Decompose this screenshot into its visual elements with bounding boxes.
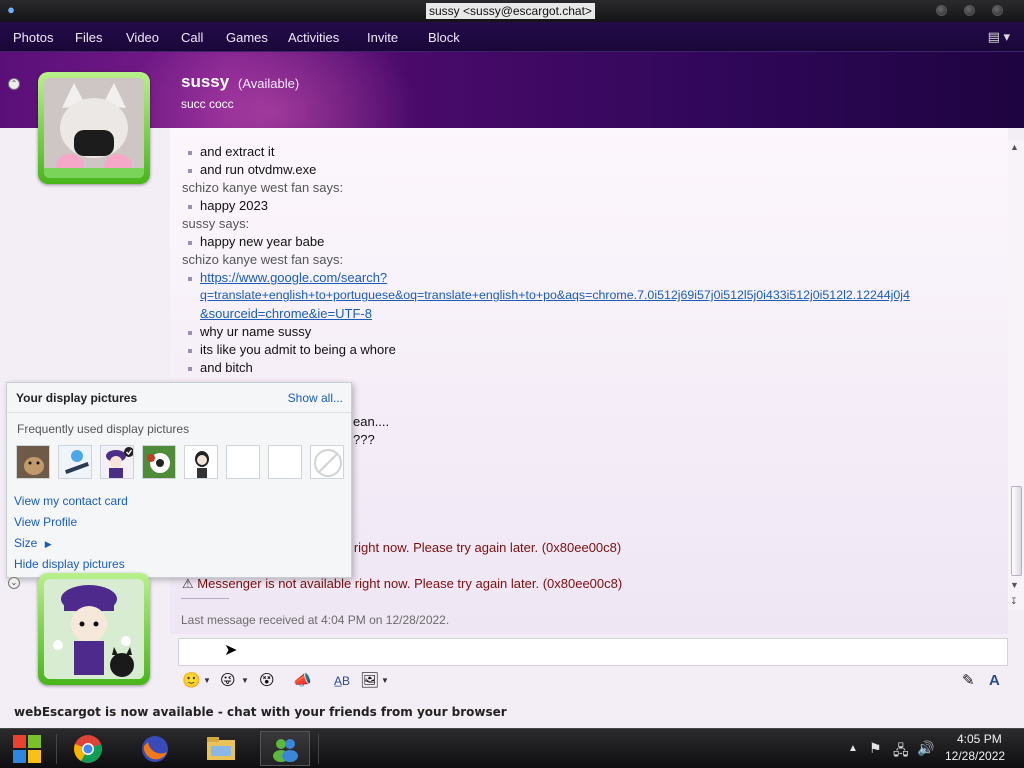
display-pictures-panel: Your display pictures Show all... Freque… [6, 382, 352, 578]
last-message-timestamp: Last message received at 4:04 PM on 12/2… [181, 613, 450, 627]
chat-message-partial: ??? [353, 432, 375, 447]
firefox-icon[interactable] [130, 731, 180, 766]
scroll-down-icon[interactable]: ▼ [1010, 580, 1019, 590]
chat-sender: schizo kanye west fan says: [182, 180, 344, 195]
action-center-flag-icon[interactable]: ⚑ [869, 740, 882, 757]
menu-call[interactable]: Call [181, 30, 203, 45]
display-picture-girl-selected[interactable] [100, 445, 134, 479]
emoticon-dropdown-icon[interactable]: ▼ [203, 676, 211, 685]
chat-link-continued[interactable]: q=translate+english+to+portuguese&oq=tra… [200, 288, 910, 302]
chat-sender: sussy says: [182, 216, 250, 231]
no-picture-icon[interactable] [310, 445, 344, 479]
warning-icon: ⚠ [182, 576, 194, 591]
menu-invite[interactable]: Invite [367, 30, 398, 45]
display-picture-empty-slot[interactable] [226, 445, 260, 479]
menu-games[interactable]: Games [226, 30, 268, 45]
menu-video[interactable]: Video [126, 30, 159, 45]
font-icon[interactable]: A [989, 672, 1000, 690]
expand-my-picture-icon[interactable]: ⌄ [8, 577, 20, 589]
volume-icon[interactable]: 🔊 [917, 740, 934, 757]
title-bar: ● sussy <sussy@escargot.chat> [0, 0, 1024, 22]
file-explorer-icon[interactable] [196, 731, 246, 766]
chat-message-partial: ean.... [353, 414, 390, 429]
my-avatar-image [44, 579, 144, 679]
chat-message: happy new year babe [182, 234, 324, 249]
contact-name: sussy [181, 72, 230, 91]
contact-avatar[interactable] [38, 72, 150, 184]
error-message: ⚠ Messenger is not available right now. … [182, 576, 622, 592]
size-menu[interactable]: Size ▶ [14, 536, 52, 550]
display-picture-soccer[interactable] [142, 445, 176, 479]
contact-personal-message: succ cocc [181, 97, 234, 111]
menu-bar: Photos Files Video Call Games Activities… [0, 22, 1024, 52]
handwriting-icon[interactable]: ✎ [962, 672, 975, 690]
view-profile-link[interactable]: View Profile [14, 515, 77, 529]
wink-dropdown-icon[interactable]: ▼ [241, 676, 249, 685]
contact-header-banner [0, 52, 1024, 128]
wink-icon[interactable]: 😜 [220, 672, 236, 690]
font-style-icon[interactable]: A̲B [334, 672, 350, 690]
chat-message: its like you admit to being a whore [182, 342, 396, 357]
display-picture-guitar[interactable] [58, 445, 92, 479]
display-pictures-title: Your display pictures [16, 391, 138, 405]
message-input[interactable] [178, 638, 1008, 666]
display-pictures-header: Your display pictures Show all... [7, 383, 351, 413]
chat-message: happy 2023 [182, 198, 268, 213]
scroll-thumb[interactable] [1011, 486, 1022, 576]
chat-divider [181, 598, 229, 599]
background-icon[interactable]: 🖼 [360, 672, 379, 690]
my-avatar[interactable] [38, 573, 150, 685]
status-notification[interactable]: webEscargot is now available - chat with… [14, 705, 507, 719]
view-contact-card-link[interactable]: View my contact card [14, 494, 128, 508]
display-picture-dog[interactable] [16, 445, 50, 479]
display-picture-empty-slot[interactable] [268, 445, 302, 479]
messenger-taskbar-icon[interactable] [260, 731, 310, 766]
close-button[interactable] [992, 5, 1003, 16]
clock-date[interactable]: 12/28/2022 [945, 749, 1005, 763]
show-hidden-icons[interactable]: ▲ [848, 743, 858, 754]
chat-link-continued[interactable]: &sourceid=chrome&ie=UTF-8 [200, 306, 372, 321]
chat-sender: schizo kanye west fan says: [182, 252, 344, 267]
messenger-app-icon[interactable]: ● [3, 2, 19, 18]
chat-link[interactable]: https://www.google.com/search? [182, 270, 387, 285]
size-label: Size [14, 536, 38, 550]
emoticon-icon[interactable]: 🙂 [182, 672, 201, 690]
display-picture-character[interactable] [184, 445, 218, 479]
frequent-pictures-label: Frequently used display pictures [17, 422, 190, 436]
contact-status: (Available) [238, 76, 300, 91]
contact-avatar-image [44, 78, 144, 178]
collapse-contact-icon[interactable]: ⌃ [8, 78, 20, 90]
chrome-icon[interactable] [63, 731, 113, 766]
chat-message: why ur name sussy [182, 324, 311, 339]
error-message-text: Messenger is not available right now. Pl… [197, 576, 623, 591]
window-title: sussy <sussy@escargot.chat> [426, 3, 595, 19]
clock-time[interactable]: 4:05 PM [957, 732, 1002, 746]
menu-block[interactable]: Block [428, 30, 460, 45]
network-icon[interactable]: 🖧 [893, 740, 909, 764]
taskbar-separator [56, 734, 57, 764]
background-dropdown-icon[interactable]: ▼ [381, 676, 389, 685]
error-message-partial: e right now. Please try again later. (0x… [343, 540, 622, 555]
show-all-link[interactable]: Show all... [288, 391, 343, 405]
menu-photos[interactable]: Photos [13, 30, 53, 45]
scroll-end-icon[interactable]: ↧ [1010, 596, 1018, 607]
nudge-icon[interactable]: 😵 [259, 672, 275, 690]
voice-clip-icon[interactable]: 📣 [293, 672, 312, 690]
chat-message: and run otvdmw.exe [182, 162, 316, 177]
chevron-right-icon: ▶ [44, 539, 52, 549]
hide-display-pictures-link[interactable]: Hide display pictures [14, 557, 125, 571]
mouse-cursor-icon: ➤ [224, 642, 238, 659]
menu-activities[interactable]: Activities [288, 30, 339, 45]
show-menu-icon[interactable]: ▤ ▾ [988, 29, 1010, 45]
start-button[interactable] [2, 731, 52, 766]
minimize-button[interactable] [936, 5, 947, 16]
scroll-up-icon[interactable]: ▲ [1010, 142, 1019, 152]
chat-message: and extract it [182, 144, 274, 159]
chat-message: and bitch [182, 360, 253, 375]
taskbar-separator [318, 734, 319, 764]
maximize-button[interactable] [964, 5, 975, 16]
menu-files[interactable]: Files [75, 30, 102, 45]
